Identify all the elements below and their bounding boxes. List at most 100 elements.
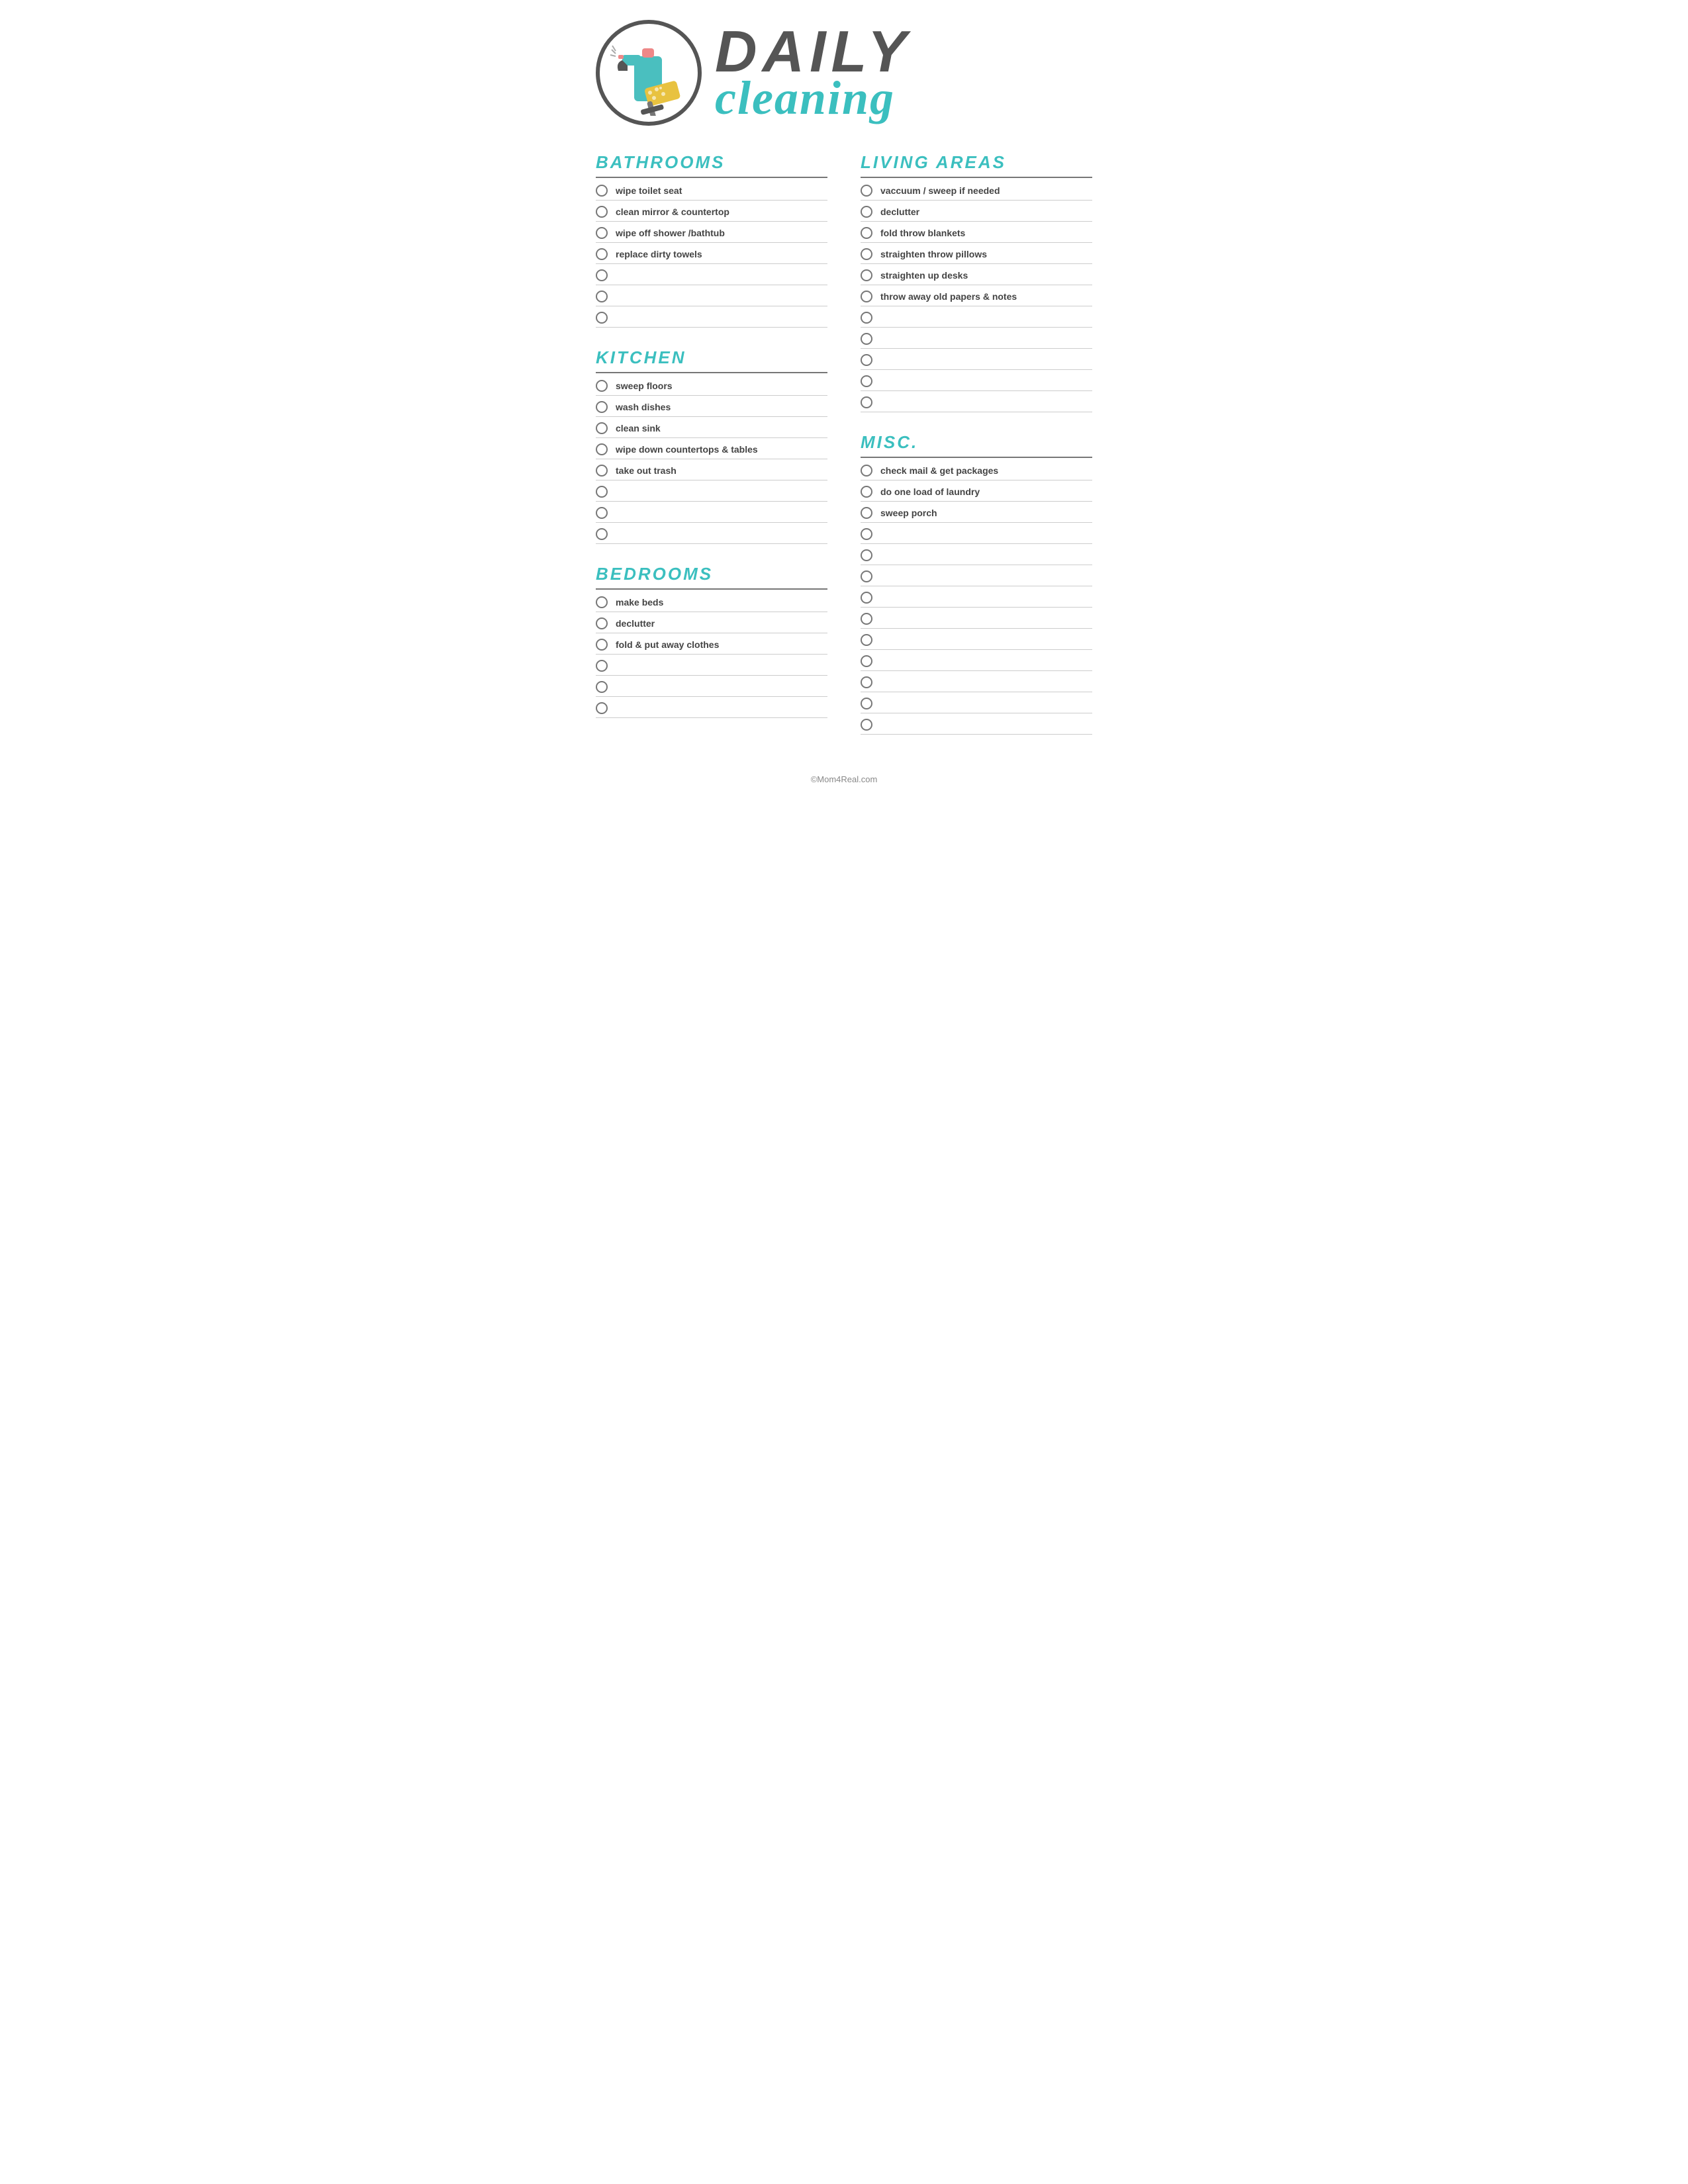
list-item[interactable]: throw away old papers & notes: [861, 285, 1092, 306]
checkbox-circle[interactable]: [861, 354, 872, 366]
checkbox-circle[interactable]: [861, 570, 872, 582]
list-item[interactable]: [596, 655, 827, 676]
checkbox-circle[interactable]: [861, 719, 872, 731]
checkbox-circle[interactable]: [596, 248, 608, 260]
list-item[interactable]: wash dishes: [596, 396, 827, 417]
checkbox-circle[interactable]: [596, 681, 608, 693]
checkbox-circle[interactable]: [861, 185, 872, 197]
section-title-bathrooms: BATHROOMS: [596, 152, 827, 173]
list-item[interactable]: [596, 523, 827, 544]
list-item[interactable]: [596, 502, 827, 523]
list-item[interactable]: declutter: [861, 201, 1092, 222]
checkbox-circle[interactable]: [861, 396, 872, 408]
list-item[interactable]: clean mirror & countertop: [596, 201, 827, 222]
list-item[interactable]: [861, 608, 1092, 629]
section-title-living-areas: LIVING AREAS: [861, 152, 1092, 173]
checkbox-circle[interactable]: [596, 443, 608, 455]
list-item[interactable]: [861, 370, 1092, 391]
checkbox-circle[interactable]: [596, 227, 608, 239]
checkbox-circle[interactable]: [861, 507, 872, 519]
checkbox-circle[interactable]: [596, 507, 608, 519]
checkbox-circle[interactable]: [596, 702, 608, 714]
checkbox-circle[interactable]: [861, 465, 872, 477]
list-item[interactable]: [596, 285, 827, 306]
checkbox-circle[interactable]: [596, 401, 608, 413]
checkbox-circle[interactable]: [861, 269, 872, 281]
checkbox-circle[interactable]: [861, 634, 872, 646]
list-item[interactable]: [596, 264, 827, 285]
list-item[interactable]: [861, 565, 1092, 586]
list-item[interactable]: clean sink: [596, 417, 827, 438]
list-item[interactable]: [861, 391, 1092, 412]
checkbox-circle[interactable]: [596, 380, 608, 392]
checkbox-circle[interactable]: [861, 248, 872, 260]
checkbox-circle[interactable]: [596, 312, 608, 324]
list-item[interactable]: [861, 544, 1092, 565]
checkbox-circle[interactable]: [596, 291, 608, 302]
checkbox-circle[interactable]: [596, 486, 608, 498]
checkbox-circle[interactable]: [861, 312, 872, 324]
checkbox-circle[interactable]: [596, 617, 608, 629]
checkbox-circle[interactable]: [861, 227, 872, 239]
list-item[interactable]: wipe toilet seat: [596, 179, 827, 201]
list-item[interactable]: [861, 328, 1092, 349]
checkbox-circle[interactable]: [861, 206, 872, 218]
checkbox-circle[interactable]: [861, 676, 872, 688]
list-item[interactable]: straighten up desks: [861, 264, 1092, 285]
list-item[interactable]: declutter: [596, 612, 827, 633]
item-text: straighten up desks: [880, 270, 968, 281]
list-item[interactable]: [861, 586, 1092, 608]
list-item[interactable]: wipe down countertops & tables: [596, 438, 827, 459]
list-item[interactable]: [861, 650, 1092, 671]
checkbox-circle[interactable]: [596, 269, 608, 281]
list-item[interactable]: [861, 629, 1092, 650]
checkbox-circle[interactable]: [596, 422, 608, 434]
checkbox-circle[interactable]: [596, 206, 608, 218]
list-item[interactable]: [861, 692, 1092, 713]
list-item[interactable]: [861, 713, 1092, 735]
list-item[interactable]: fold throw blankets: [861, 222, 1092, 243]
list-item[interactable]: sweep porch: [861, 502, 1092, 523]
list-item[interactable]: sweep floors: [596, 375, 827, 396]
checkbox-circle[interactable]: [861, 655, 872, 667]
checkbox-circle[interactable]: [861, 549, 872, 561]
section-divider-bedrooms: [596, 588, 827, 590]
section-title-kitchen: KITCHEN: [596, 347, 827, 368]
checkbox-circle[interactable]: [861, 528, 872, 540]
list-item[interactable]: [861, 671, 1092, 692]
list-item[interactable]: do one load of laundry: [861, 480, 1092, 502]
checkbox-circle[interactable]: [861, 486, 872, 498]
checkbox-circle[interactable]: [596, 639, 608, 651]
checkbox-circle[interactable]: [861, 613, 872, 625]
list-item[interactable]: fold & put away clothes: [596, 633, 827, 655]
checkbox-circle[interactable]: [861, 333, 872, 345]
list-item[interactable]: [861, 523, 1092, 544]
list-item[interactable]: [596, 306, 827, 328]
list-item[interactable]: wipe off shower /bathtub: [596, 222, 827, 243]
checkbox-circle[interactable]: [596, 596, 608, 608]
list-item[interactable]: take out trash: [596, 459, 827, 480]
list-item[interactable]: vaccuum / sweep if needed: [861, 179, 1092, 201]
checkbox-circle[interactable]: [596, 528, 608, 540]
checkbox-circle[interactable]: [861, 592, 872, 604]
footer: ©Mom4Real.com: [596, 774, 1092, 784]
checklist-misc: check mail & get packagesdo one load of …: [861, 459, 1092, 735]
checkbox-circle[interactable]: [596, 660, 608, 672]
checkbox-circle[interactable]: [861, 698, 872, 709]
list-item[interactable]: make beds: [596, 591, 827, 612]
list-item[interactable]: check mail & get packages: [861, 459, 1092, 480]
list-item[interactable]: replace dirty towels: [596, 243, 827, 264]
list-item[interactable]: [596, 697, 827, 718]
checkbox-circle[interactable]: [596, 465, 608, 477]
checkbox-circle[interactable]: [596, 185, 608, 197]
section-misc: MISC.check mail & get packagesdo one loa…: [861, 432, 1092, 735]
list-item[interactable]: [861, 349, 1092, 370]
list-item[interactable]: [596, 676, 827, 697]
checkbox-circle[interactable]: [861, 291, 872, 302]
item-text: wash dishes: [616, 402, 671, 412]
item-text: throw away old papers & notes: [880, 291, 1017, 302]
checkbox-circle[interactable]: [861, 375, 872, 387]
list-item[interactable]: [861, 306, 1092, 328]
list-item[interactable]: [596, 480, 827, 502]
list-item[interactable]: straighten throw pillows: [861, 243, 1092, 264]
